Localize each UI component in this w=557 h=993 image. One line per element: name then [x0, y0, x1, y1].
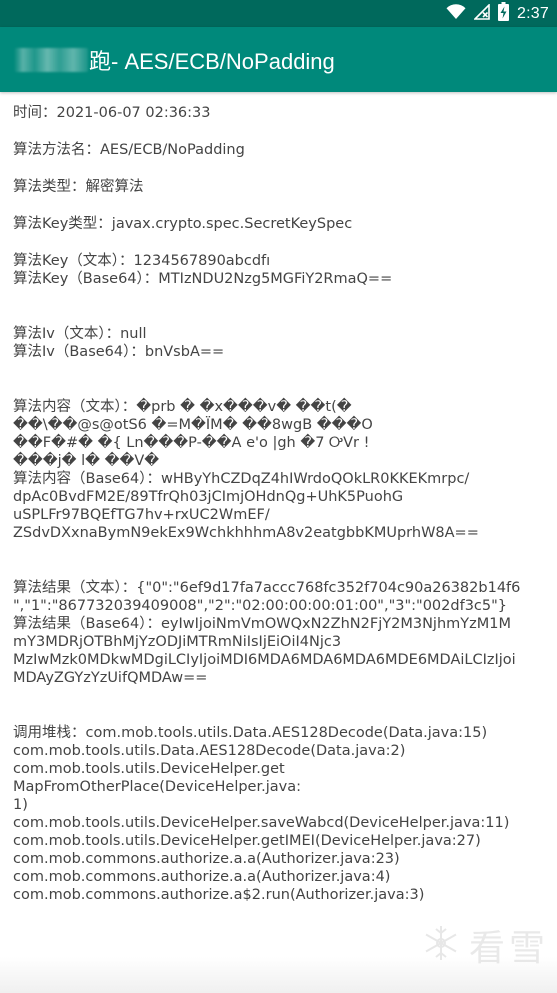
stack-trace-line: 调用堆栈：com.mob.tools.utils.Data.AES128Deco… — [13, 725, 488, 741]
result-base64-line: 算法结果（Base64）：eyIwIjoiNmVmOWQxN2ZhN2FjY2M… — [13, 616, 511, 632]
content-text-line: 算法内容（文本）：�prb � �x���v� ��t(� — [13, 399, 352, 415]
stack-trace-line: 1) — [13, 797, 28, 813]
status-bar: 2:37 — [0, 0, 557, 27]
wifi-icon — [446, 3, 466, 24]
no-signal-icon — [473, 2, 490, 24]
snowflake-icon — [421, 923, 461, 967]
result-text-block: 算法结果（文本）：{"0":"6ef9d17fa7accc768fc352f70… — [13, 579, 543, 615]
result-base64-line: MDAyZGYzYzUifQMDAw== — [13, 670, 208, 686]
stack-trace-line: com.mob.commons.authorize.a.a(Authorizer… — [13, 869, 391, 885]
content-text-line: ��F�#� �{ Ln���P-��A e'o |gh �7 ᎤVr ! — [13, 435, 370, 451]
status-icons: 2:37 — [446, 2, 549, 25]
time-line: 时间：2021-06-07 02:36:33 — [13, 105, 211, 121]
result-base64-line: MzIwMzk0MDkwMDgiLCIyIjoiMDI6MDA6MDA6MDA6… — [13, 652, 516, 668]
algo-type-line: 算法类型：解密算法 — [13, 179, 144, 195]
redacted-title-prefix — [14, 48, 88, 72]
log-content: 时间：2021-06-07 02:36:33 算法方法名：AES/ECB/NoP… — [13, 104, 543, 904]
stack-trace-line: com.mob.tools.utils.DeviceHelper.getIMEI… — [13, 833, 481, 849]
watermark-text: 看雪 — [468, 928, 549, 969]
stack-trace-line: com.mob.tools.utils.Data.AES128Decode(Da… — [13, 743, 406, 759]
app-title-wrap: 跑- AES/ECB/NoPadding — [14, 44, 335, 76]
content-base64-line: 算法内容（Base64）：wHByYhCZDqZ4hIWrdoQOkLR0KKE… — [13, 471, 470, 487]
algo-method-line: 算法方法名：AES/ECB/NoPadding — [13, 142, 245, 158]
key-text-line: 算法Key（文本）：1234567890abcdfı — [13, 253, 271, 269]
stack-trace-line: com.mob.tools.utils.DeviceHelper.saveWab… — [13, 815, 510, 831]
app-bar: 跑- AES/ECB/NoPadding — [0, 27, 557, 92]
content-text-line: ���j� l� ��V� — [13, 453, 160, 469]
content-base64-line: ZSdvDXxnaBymN9ekEx9WchkhhhmA8v2eatgbbKMU… — [13, 525, 479, 541]
key-type-line: 算法Key类型：javax.crypto.spec.SecretKeySpec — [13, 216, 353, 232]
app-title: 跑- AES/ECB/NoPadding — [89, 49, 335, 74]
battery-charging-icon — [498, 2, 510, 25]
watermark: 看雪 — [421, 919, 549, 971]
stack-trace-block: 调用堆栈：com.mob.tools.utils.Data.AES128Deco… — [13, 724, 543, 904]
iv-text-line: 算法Iv（文本）：null — [13, 326, 147, 342]
key-base64-line: 算法Key（Base64）：MTIzNDU2Nzg5MGFiY2RmaQ== — [13, 271, 393, 287]
stack-trace-line: com.mob.commons.authorize.a.a(Authorizer… — [13, 851, 400, 867]
content-text-line: ��\��@s@otS6 �=M�ÏM� ��8wgB ���O — [13, 417, 373, 433]
content-base64-line: dpAc0BvdFM2E/89TfrQh03jCImjOHdnQg+UhK5Pu… — [13, 489, 404, 505]
iv-base64-line: 算法Iv（Base64）：bnVsbA== — [13, 344, 225, 360]
result-text-line: 算法结果（文本）：{"0":"6ef9d17fa7accc768fc352f70… — [13, 580, 521, 596]
stack-trace-line: MapFromOtherPlace(DeviceHelper.java: — [13, 779, 301, 795]
result-base64-block: 算法结果（Base64）：eyIwIjoiNmVmOWQxN2ZhN2FjY2M… — [13, 615, 543, 687]
result-text-line: ","1":"867732039409008","2":"02:00:00:00… — [13, 598, 508, 614]
content-base64-line: uSPLFr97BQEfTG7hv+rxUC2WmEF/ — [13, 507, 270, 523]
stack-trace-line: com.mob.tools.utils.DeviceHelper.get — [13, 761, 285, 777]
status-time: 2:37 — [517, 4, 549, 22]
content-text-block: 算法内容（文本）：�prb � �x���v� ��t(� ��\��@s@ot… — [13, 398, 543, 470]
result-base64-line: mY3MDRjOTBhMjYzODJiMTRmNiIsIjEiOiI4Njc3 — [13, 634, 342, 650]
stack-trace-line: com.mob.commons.authorize.a$2.run(Author… — [13, 887, 425, 903]
content-base64-block: 算法内容（Base64）：wHByYhCZDqZ4hIWrdoQOkLR0KKE… — [13, 470, 543, 542]
